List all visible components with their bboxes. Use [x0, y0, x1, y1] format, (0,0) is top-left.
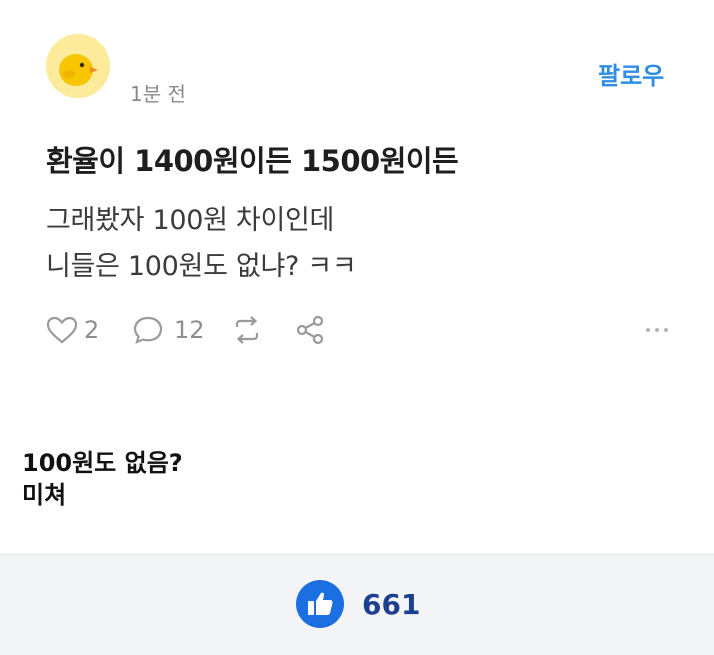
like-total: 661: [362, 588, 421, 621]
comment-count: 12: [174, 316, 205, 344]
share-action[interactable]: [294, 312, 326, 348]
post-card: 1분 전 팔로우 환율이 1400원이든 1500원이든 그래봤자 100원 차…: [0, 0, 714, 400]
thumbs-up-button[interactable]: [296, 580, 344, 628]
post-actions: 2 12: [46, 312, 686, 348]
post-title: 환율이 1400원이든 1500원이든: [46, 144, 459, 178]
thumbs-up-icon: [308, 592, 333, 615]
post-time: 1분 전: [130, 82, 186, 106]
like-footer: [0, 554, 714, 655]
like-action[interactable]: 2: [46, 312, 99, 348]
comment-bubble-icon: [133, 316, 163, 344]
comment-line: 100원도 없음?: [22, 449, 183, 477]
like-count: 2: [84, 316, 100, 344]
post-body-line: 니들은 100원도 없냐? ㅋㅋ: [46, 251, 357, 282]
follow-button[interactable]: 팔로우: [598, 56, 664, 91]
duck-icon: [46, 34, 110, 98]
repost-action[interactable]: [230, 312, 264, 348]
more-options-icon[interactable]: [646, 312, 673, 348]
duck-avatar-icon[interactable]: [46, 34, 110, 98]
comment-line: 미쳐: [22, 481, 67, 509]
heart-icon: [46, 316, 78, 344]
comment-action[interactable]: 12: [132, 312, 205, 348]
share-icon: [296, 315, 324, 345]
repost-icon: [235, 316, 259, 344]
comment-text: 100원도 없음? 미쳐: [22, 447, 183, 511]
post-body-line: 그래봤자 100원 차이인데: [46, 205, 335, 236]
